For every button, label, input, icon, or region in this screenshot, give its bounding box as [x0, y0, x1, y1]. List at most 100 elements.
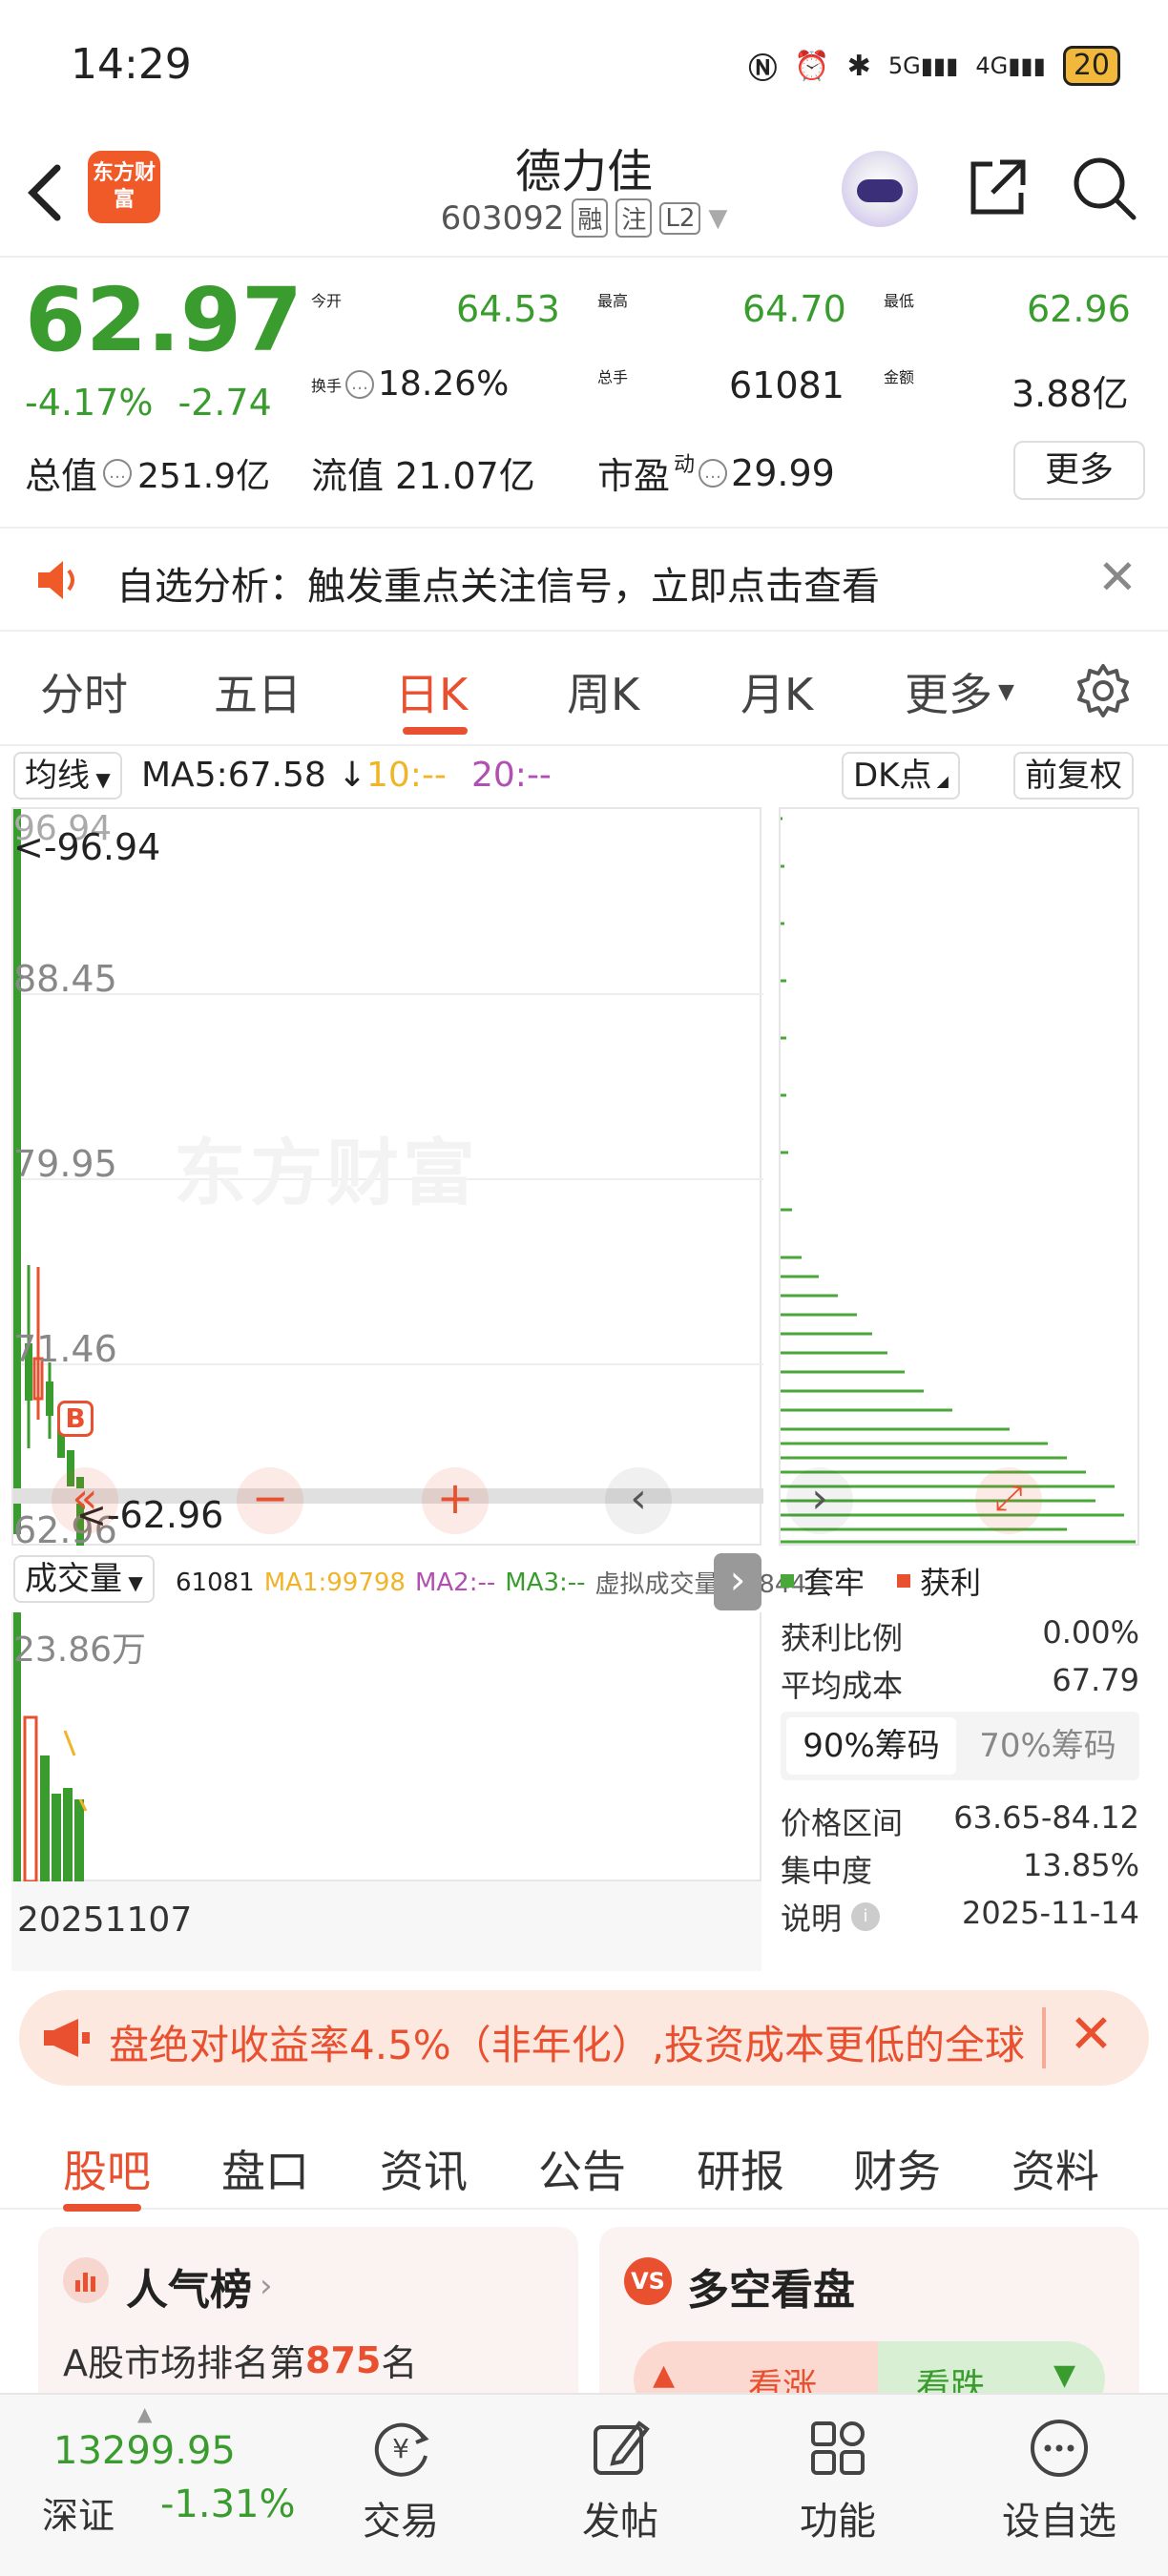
- note-tag: 注: [615, 198, 653, 238]
- scroll-right-button[interactable]: ›: [786, 1467, 853, 1534]
- dropdown-icon: ▼: [998, 679, 1014, 704]
- nav-post-label: 发帖: [582, 2500, 658, 2544]
- arrow-down-icon: ↓: [338, 756, 367, 795]
- tab-news[interactable]: 资讯: [380, 2137, 468, 2200]
- ai-assistant-button[interactable]: [842, 151, 918, 227]
- zoom-in-button[interactable]: +: [422, 1467, 489, 1534]
- open-value: 64.53: [456, 288, 560, 330]
- volume-indicators: 61081 MA1:99798 MA2:-- MA3:-- 虚拟成交量:7784…: [176, 1565, 806, 1600]
- turnover-item: 换手 … 18.26%: [311, 364, 509, 404]
- watermark: 东方财富: [174, 1131, 479, 1215]
- tab-profile[interactable]: 资料: [1012, 2137, 1099, 2200]
- nav-functions[interactable]: 功能: [771, 2414, 905, 2545]
- legend-swatch-profit: [897, 1574, 911, 1588]
- low-label: 最低: [884, 292, 915, 310]
- arrow-down-icon: ▼: [1053, 2358, 1076, 2392]
- float-value: 21.07亿: [395, 455, 535, 497]
- volume-bar: [74, 1799, 84, 1881]
- adjust-button[interactable]: 前复权: [1013, 752, 1134, 800]
- avg-cost-value: 67.79: [1052, 1662, 1139, 1698]
- kline-chart[interactable]: 东方财富 96.94 <-96.94 88.45 79.95 71.46 62.…: [11, 807, 763, 1551]
- alert-text: 自选分析：触发重点关注信号，立即点击查看: [116, 565, 880, 609]
- volume-select[interactable]: 成交量 ▼: [13, 1555, 155, 1603]
- nav-post[interactable]: 发帖: [553, 2414, 687, 2545]
- low-value: 62.96: [1027, 288, 1131, 330]
- nav-add-watchlist-label: 设自选: [1002, 2500, 1116, 2544]
- more-button[interactable]: 更多: [1013, 441, 1145, 500]
- tab-research[interactable]: 研报: [697, 2137, 784, 2200]
- share-button[interactable]: [964, 155, 1031, 221]
- tab-weekly-k[interactable]: 周K: [567, 660, 639, 723]
- tab-underline: [403, 727, 468, 735]
- close-icon[interactable]: ✕: [1097, 550, 1137, 605]
- info-icon[interactable]: i: [851, 1902, 881, 1931]
- dk-point-button[interactable]: DK点 ◢: [842, 752, 960, 800]
- volume-bar: [40, 1755, 50, 1881]
- concentration-label: 集中度: [781, 1853, 873, 1889]
- info-icon[interactable]: …: [345, 369, 375, 399]
- price-range-value: 63.65-84.12: [953, 1799, 1139, 1836]
- price-range-label: 价格区间: [781, 1805, 904, 1841]
- amount-value: 3.88亿: [1012, 373, 1129, 415]
- zoom-out-button[interactable]: −: [237, 1467, 303, 1534]
- alert-bar[interactable]: 自选分析：触发重点关注信号，立即点击查看 ✕: [0, 527, 1168, 632]
- chevron-right-icon: ›: [729, 1556, 746, 1603]
- volume-chart[interactable]: 23.86万: [11, 1612, 761, 1881]
- chip-distribution[interactable]: › ⤢: [779, 807, 1139, 1546]
- settings-button[interactable]: [1074, 662, 1132, 719]
- quote-panel: 62.97 -4.17% -2.74 今开 64.53 最高 64.70 最低 …: [0, 260, 1168, 517]
- kline-candle: [46, 1381, 53, 1416]
- popularity-card[interactable]: 人气榜 › A股市场排名第 875 名: [38, 2227, 578, 2418]
- rewind-button[interactable]: «: [52, 1467, 118, 1534]
- index-change: -1.31%: [160, 2483, 296, 2526]
- nav-trade[interactable]: ¥ 交易: [334, 2414, 468, 2545]
- signal-5g-icon: 5G▮▮▮: [887, 52, 959, 79]
- bottom-nav: 13299.95 ▲ 深证 -1.31% ¥ 交易 发帖 功能 设自选: [0, 2393, 1168, 2576]
- arrow-up-icon: ▲: [653, 2358, 676, 2392]
- mcap-item: 总值 … 251.9亿: [25, 447, 270, 499]
- plus-icon: +: [436, 1472, 474, 1524]
- note-date: 2025-11-14: [962, 1895, 1139, 1931]
- pe-value: 29.99: [731, 451, 835, 494]
- nav-add-watchlist[interactable]: 设自选: [992, 2414, 1126, 2545]
- ma-select[interactable]: 均线 ▼: [13, 752, 122, 800]
- index-name: 深证: [42, 2495, 115, 2537]
- tab-chip-90[interactable]: 90%筹码: [786, 1717, 956, 1775]
- close-icon[interactable]: ✕: [1069, 2004, 1114, 2066]
- vs-icon: VS: [624, 2257, 672, 2305]
- tab-five-day[interactable]: 五日: [214, 660, 302, 723]
- minus-icon: −: [251, 1472, 289, 1524]
- scroll-left-button[interactable]: ‹: [605, 1467, 672, 1534]
- tab-intraday[interactable]: 分时: [40, 660, 128, 723]
- turnover-label: 换手: [311, 376, 343, 395]
- speaker-icon: [38, 561, 74, 599]
- collapse-button[interactable]: ›: [714, 1553, 761, 1610]
- volume-label: 总手: [597, 368, 629, 386]
- dropdown-icon: ▼: [708, 203, 728, 233]
- yuan-cycle-icon: ¥: [374, 2422, 429, 2477]
- volume-ma2: MA2:--: [414, 1568, 496, 1597]
- popularity-rank: 875: [305, 2338, 382, 2381]
- high-marker: <-96.94: [13, 826, 161, 868]
- expand-button[interactable]: ⤢: [975, 1467, 1042, 1534]
- index-value[interactable]: 13299.95: [53, 2429, 236, 2473]
- tab-more[interactable]: 更多 ▼: [905, 660, 1014, 723]
- info-icon[interactable]: …: [699, 458, 728, 488]
- buy-marker[interactable]: B: [57, 1401, 94, 1437]
- bull-bear-card[interactable]: VS 多空看盘 ▲ 看涨 看跌 ▼: [599, 2227, 1139, 2418]
- tab-daily-k[interactable]: 日K: [395, 660, 468, 723]
- tab-orderbook[interactable]: 盘口: [221, 2137, 309, 2200]
- note-label: 说明: [781, 1901, 843, 1937]
- turnover-value: 18.26%: [378, 364, 510, 404]
- tab-finance[interactable]: 财务: [853, 2137, 941, 2200]
- current-price: 62.97: [25, 269, 303, 371]
- tab-announcements[interactable]: 公告: [538, 2137, 626, 2200]
- change-row: -4.17% -2.74: [25, 382, 272, 424]
- info-icon[interactable]: …: [103, 458, 133, 488]
- amount-label: 金额: [884, 368, 915, 386]
- search-button[interactable]: [1071, 155, 1137, 221]
- tab-forum[interactable]: 股吧: [63, 2137, 151, 2200]
- tab-monthly-k[interactable]: 月K: [740, 660, 813, 723]
- tab-chip-70[interactable]: 70%筹码: [962, 1717, 1134, 1775]
- promo-banner[interactable]: 盘绝对收益率4.5%（非年化）,投资成本更低的全球 ✕: [19, 1990, 1149, 2086]
